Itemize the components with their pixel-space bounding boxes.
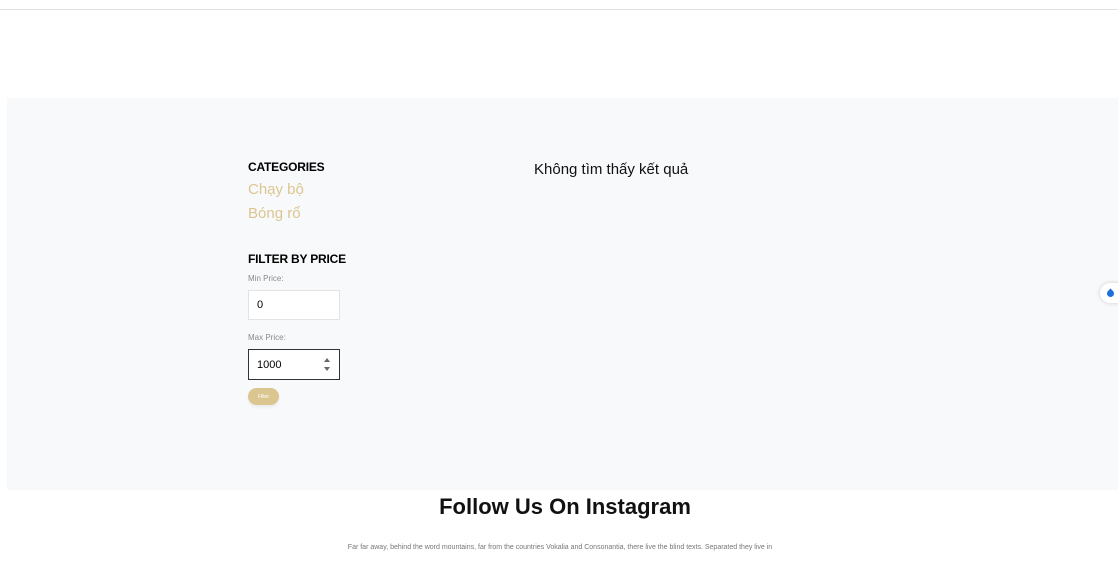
max-price-label: Max Price: [248, 333, 286, 342]
max-price-field [248, 349, 340, 380]
no-results-message: Không tìm thấy kết quả [534, 161, 689, 178]
filter-by-price-heading: FILTER BY PRICE [248, 252, 346, 266]
min-price-label: Min Price: [248, 274, 284, 283]
stepper-down-icon[interactable] [324, 367, 330, 371]
side-widget-button[interactable] [1100, 283, 1118, 303]
water-drop-icon [1105, 288, 1115, 298]
instagram-section-title: Follow Us On Instagram [439, 494, 691, 519]
category-link-running[interactable]: Chạy bộ [248, 178, 378, 202]
shop-sidebar: CATEGORIES Chạy bộ Bóng rổ FILTER BY PRI… [248, 160, 378, 405]
category-link-basketball[interactable]: Bóng rổ [248, 202, 378, 226]
stepper-up-icon[interactable] [324, 358, 330, 362]
instagram-section-description: Far far away, behind the word mountains,… [347, 544, 773, 551]
filter-button[interactable]: Filter [248, 388, 279, 405]
categories-heading: CATEGORIES [248, 160, 325, 174]
header-divider [0, 9, 1118, 10]
shop-section: CATEGORIES Chạy bộ Bóng rổ FILTER BY PRI… [7, 98, 1118, 490]
number-stepper[interactable] [323, 358, 331, 371]
min-price-input[interactable] [248, 290, 340, 320]
